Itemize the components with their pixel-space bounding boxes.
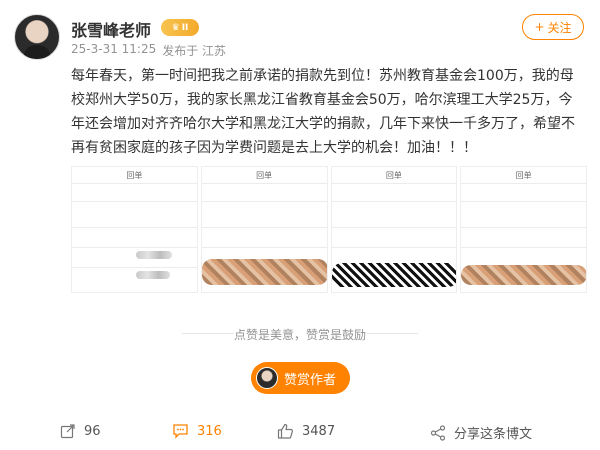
divider — [331, 227, 457, 228]
comment-count: 316 — [197, 423, 222, 439]
divider — [201, 247, 327, 248]
receipt-title: 回单 — [515, 171, 532, 180]
repost-button[interactable]: 96 — [60, 423, 101, 439]
redacted-area — [136, 271, 170, 279]
thumbs-up-icon — [277, 423, 293, 439]
divider — [201, 201, 327, 202]
divider — [461, 201, 586, 202]
divider — [461, 247, 586, 248]
like-button[interactable]: 3487 — [277, 423, 335, 439]
post-header: 张雪峰老师 ♛ II 25-3-31 11:25 发布于 江苏 + 关注 — [14, 12, 586, 64]
receipt-title: 回单 — [385, 171, 402, 180]
receipt-title: 回单 — [126, 171, 143, 180]
like-count: 3487 — [302, 423, 336, 439]
redacted-area — [136, 251, 172, 259]
share-feed-button[interactable]: 分享这条博文 — [430, 423, 532, 442]
post-source: 发布于 江苏 — [162, 44, 227, 58]
divider — [461, 227, 586, 228]
post-timestamp[interactable]: 25-3-31 11:25 — [71, 42, 156, 59]
divider — [72, 201, 197, 202]
tip-author-button[interactable]: 赞赏作者 — [251, 362, 350, 394]
divider — [72, 247, 197, 248]
share-feed-label: 分享这条博文 — [454, 427, 533, 442]
follow-button[interactable]: + 关注 — [522, 14, 584, 40]
author-name[interactable]: 张雪峰老师 — [71, 17, 151, 41]
vip-badge[interactable]: ♛ II — [161, 19, 199, 36]
divider — [201, 183, 327, 184]
divider — [331, 183, 457, 184]
receipt-image-1[interactable]: 回单 — [71, 166, 198, 293]
plus-icon: + — [534, 20, 545, 34]
praise-divider-right — [366, 333, 418, 334]
receipt-title: 回单 — [256, 171, 273, 180]
action-bar: 96 316 3487 分享这条博文 — [0, 418, 600, 448]
repost-count: 96 — [84, 423, 101, 439]
post-images: 回单 回单 回单 回单 — [71, 166, 587, 293]
repost-icon — [60, 424, 75, 439]
redacted-area — [461, 265, 587, 285]
divider — [72, 227, 197, 228]
redacted-area — [201, 259, 327, 285]
crown-icon: ♛ — [171, 22, 180, 33]
author-avatar[interactable] — [14, 14, 60, 60]
receipt-image-4[interactable]: 回单 — [460, 166, 587, 293]
follow-label: 关注 — [547, 20, 572, 35]
redacted-area — [331, 263, 457, 287]
receipt-image-3[interactable]: 回单 — [330, 166, 458, 293]
comment-icon — [173, 424, 188, 439]
comment-button[interactable]: 316 — [172, 423, 222, 439]
post-content: 每年春天，第一时间把我之前承诺的捐款先到位！苏州教育基金会100万，我的母校郑州… — [71, 68, 575, 156]
praise-text: 点赞是美意，赞赏是鼓励 — [233, 328, 366, 342]
divider — [331, 247, 457, 248]
tip-avatar — [256, 367, 278, 389]
divider — [72, 267, 197, 268]
divider — [72, 183, 197, 184]
divider — [331, 201, 457, 202]
divider — [201, 227, 327, 228]
vip-level: II — [181, 22, 189, 33]
divider — [461, 183, 586, 184]
tip-author-label: 赞赏作者 — [284, 372, 337, 388]
share-icon — [430, 424, 446, 441]
receipt-image-2[interactable]: 回单 — [200, 166, 328, 293]
post-meta: 25-3-31 11:25 发布于 江苏 — [71, 42, 226, 59]
